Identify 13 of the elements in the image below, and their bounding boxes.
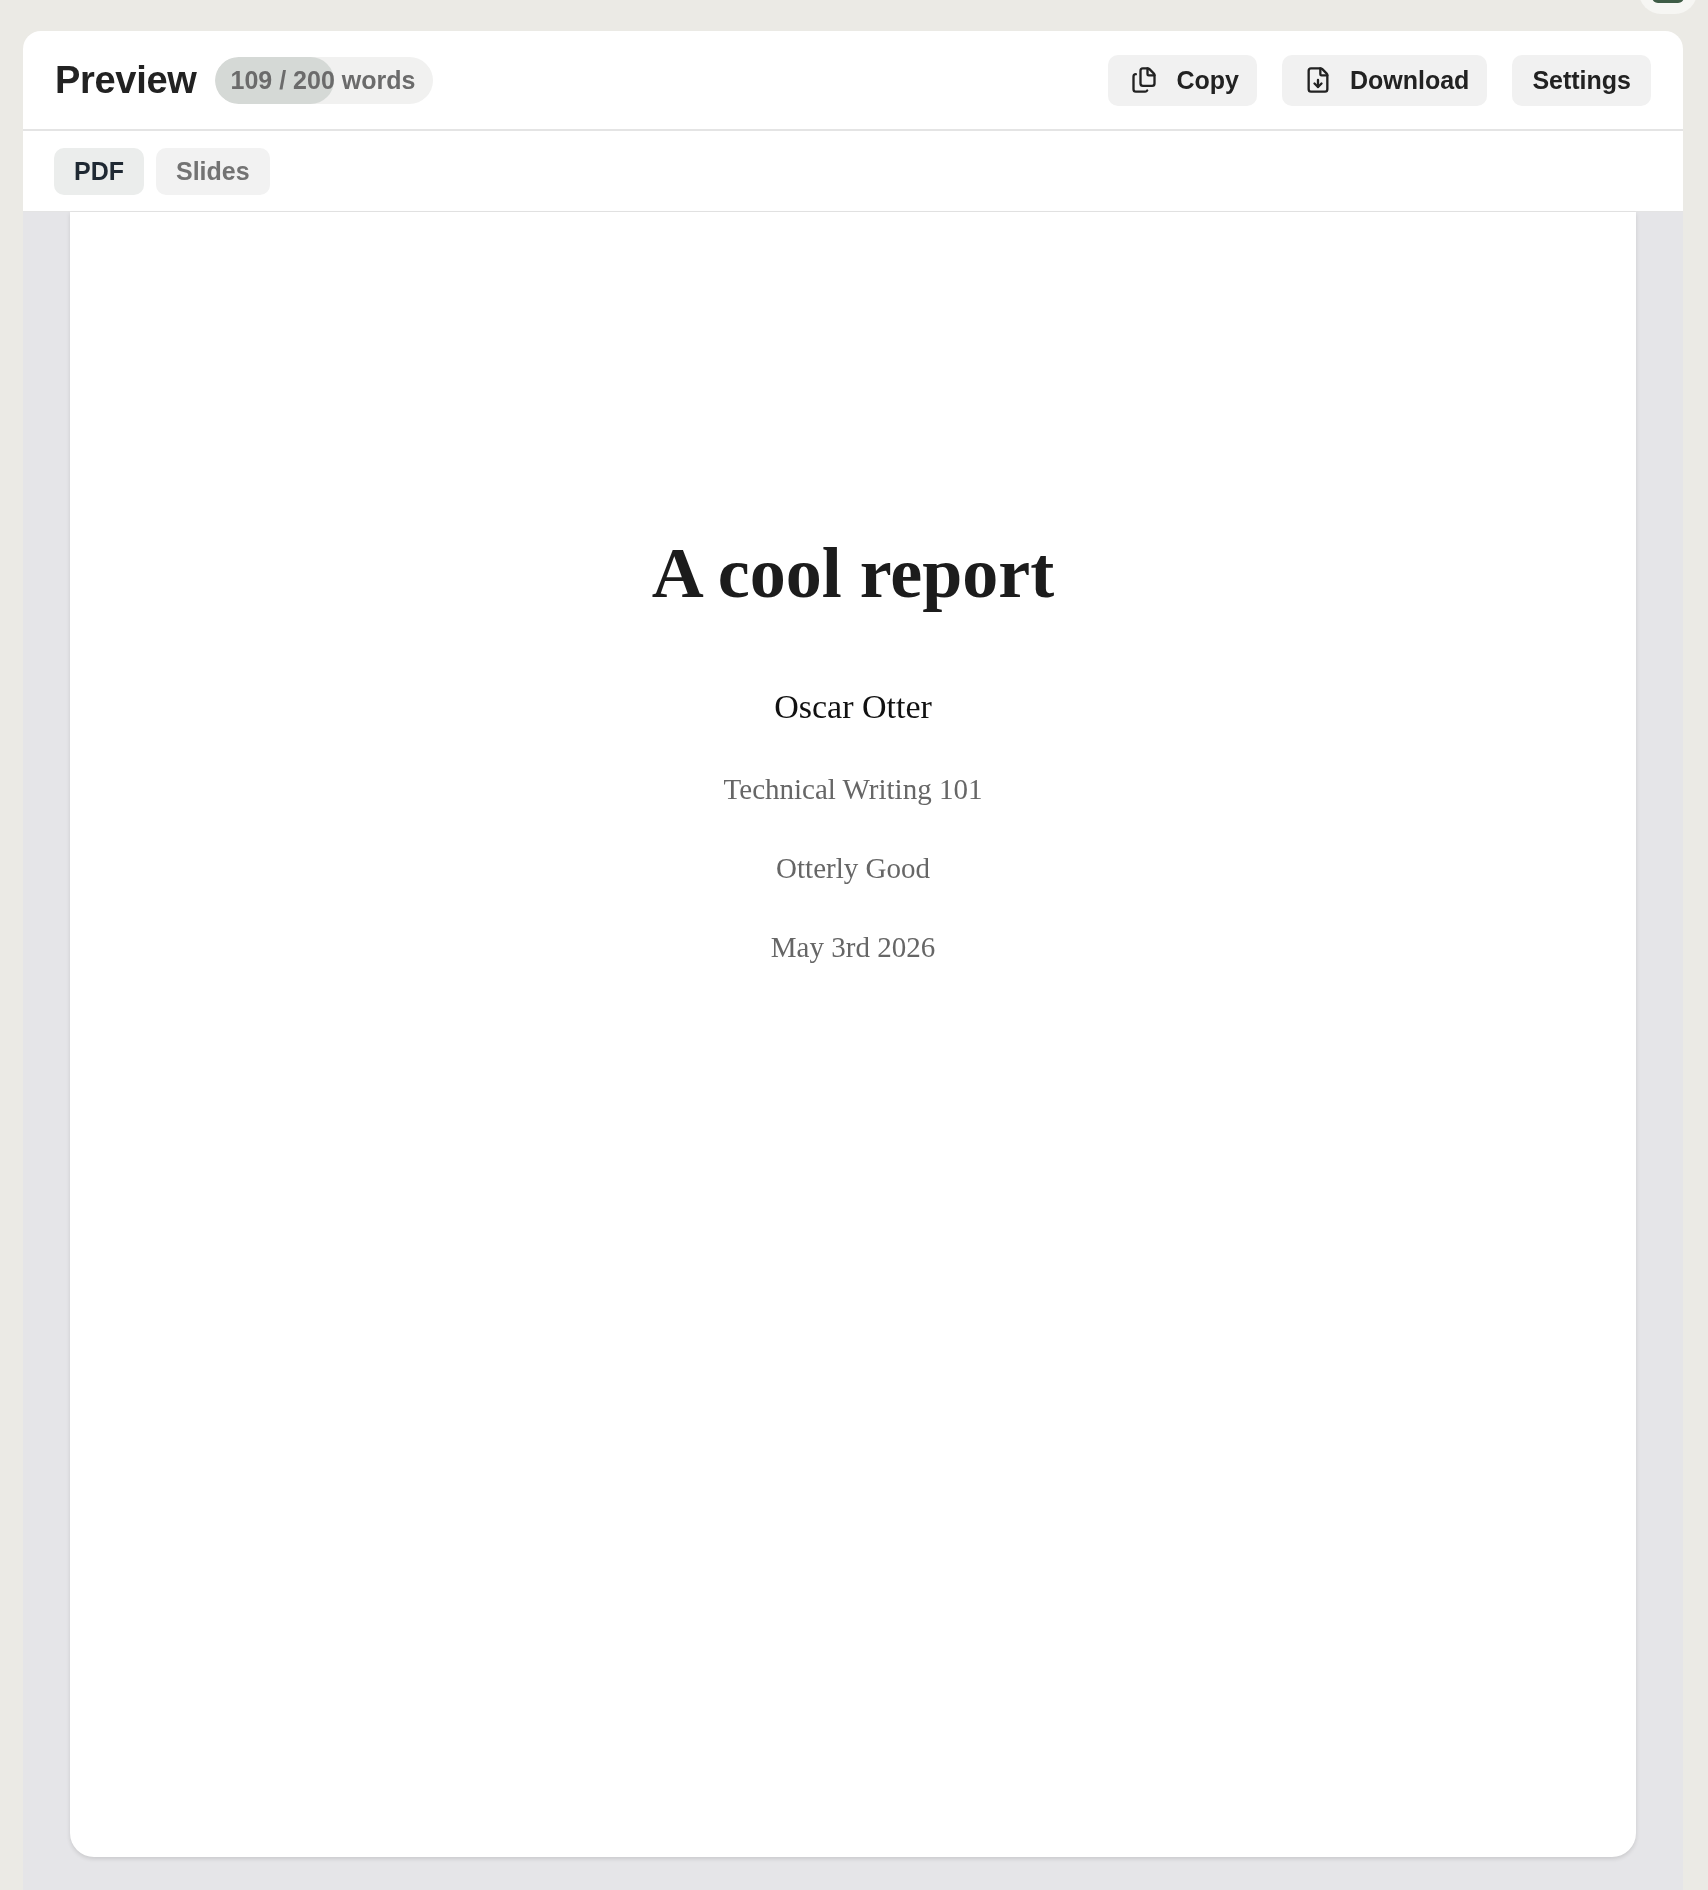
download-button[interactable]: Download bbox=[1281, 54, 1488, 106]
word-count-text: 109 / 200 words bbox=[230, 65, 416, 95]
copy-button[interactable]: Copy bbox=[1108, 54, 1257, 106]
panel-title: Preview bbox=[55, 58, 197, 102]
document-subtitle-line: Otterly Good bbox=[776, 851, 930, 886]
view-tab[interactable]: Slides bbox=[156, 147, 270, 195]
settings-button[interactable]: Settings bbox=[1512, 54, 1651, 106]
copy-icon bbox=[1130, 65, 1159, 95]
document-subtitle-line: May 3rd 2026 bbox=[770, 929, 936, 965]
document-title: A cool report bbox=[651, 532, 1055, 615]
document-subtitle-line: Technical Writing 101 bbox=[723, 772, 983, 807]
view-tab[interactable]: PDF bbox=[54, 147, 144, 195]
document-author: Oscar Otter bbox=[774, 687, 932, 728]
